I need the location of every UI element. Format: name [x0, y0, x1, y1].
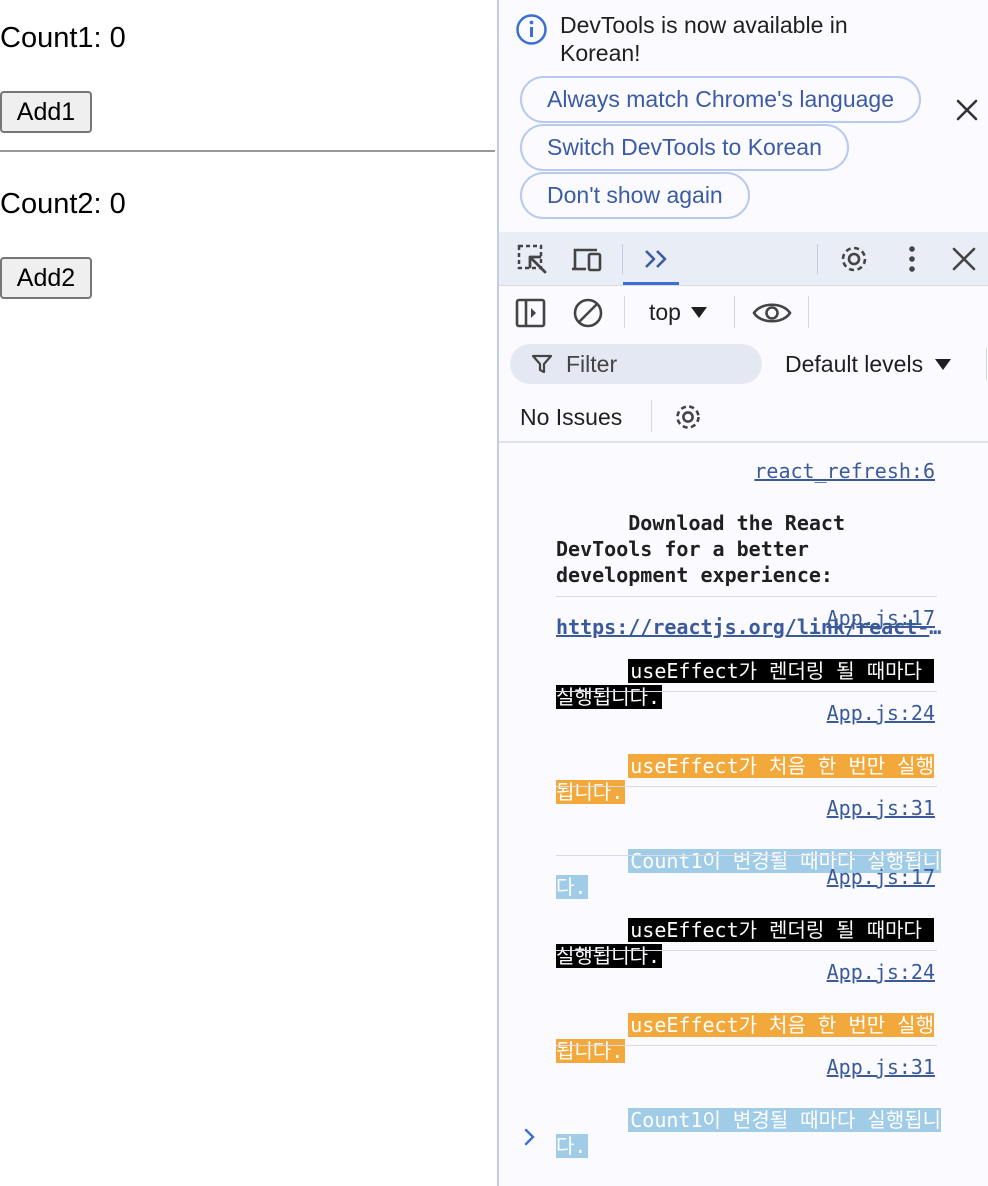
always-match-language-button[interactable]: Always match Chrome's language: [520, 76, 921, 123]
filter-input[interactable]: [566, 350, 746, 378]
log-levels-dropdown[interactable]: Default levels: [785, 351, 952, 378]
toolbar-separator: [624, 296, 625, 328]
devtools-toolbar: [499, 232, 988, 286]
log-source-link[interactable]: App.js:17: [827, 606, 935, 630]
log-separator: [556, 691, 937, 692]
log-separator: [556, 855, 937, 856]
dont-show-again-button[interactable]: Don't show again: [520, 172, 750, 219]
active-tab-indicator: [623, 282, 679, 285]
close-icon[interactable]: [955, 98, 979, 122]
horizontal-rule: [0, 150, 495, 152]
kebab-menu-icon[interactable]: [895, 242, 929, 276]
log-source-link[interactable]: App.js:24: [827, 960, 935, 984]
filter-row: Default levels: [499, 340, 988, 390]
eye-icon[interactable]: [752, 299, 792, 327]
app-page: Count1: 0 Add1 Count2: 0 Add2: [0, 0, 497, 1186]
devtools-panel: DevTools is now available in Korean! Alw…: [497, 0, 988, 1186]
toolbar-separator: [817, 244, 818, 274]
info-icon: [516, 14, 547, 45]
log-levels-label: Default levels: [785, 351, 924, 377]
close-icon[interactable]: [947, 242, 981, 276]
log-separator: [556, 596, 937, 597]
console-toolbar: top: [499, 286, 988, 340]
clear-console-icon[interactable]: [571, 296, 605, 330]
log-separator: [556, 786, 937, 787]
log-source-link[interactable]: App.js:24: [827, 701, 935, 725]
add2-button[interactable]: Add2: [0, 257, 92, 299]
toolbar-separator: [622, 244, 623, 274]
caret-down-icon: [690, 307, 707, 318]
inspect-element-icon[interactable]: [515, 242, 549, 276]
console-log: react_refresh:6 Download the React DevTo…: [499, 443, 988, 1186]
add1-button[interactable]: Add1: [0, 91, 92, 133]
caret-down-icon: [935, 359, 952, 370]
settings-icon[interactable]: [837, 242, 871, 276]
log-source-link[interactable]: react_refresh:6: [754, 459, 935, 483]
filter-icon: [531, 354, 553, 374]
more-tabs-icon[interactable]: [640, 242, 674, 276]
log-separator: [556, 950, 937, 951]
switch-to-korean-button[interactable]: Switch DevTools to Korean: [520, 124, 849, 171]
toolbar-separator: [808, 296, 809, 328]
log-source-link[interactable]: App.js:17: [827, 865, 935, 889]
log-source-link[interactable]: App.js:31: [827, 1055, 935, 1079]
count2-text: Count2: 0: [0, 188, 126, 220]
log-message-text: Count1이 변경될 때마다 실행됩니다.: [556, 1108, 942, 1158]
log-message: Count1이 변경될 때마다 실행됩니다.: [556, 1081, 948, 1185]
console-prompt-chevron-icon[interactable]: [521, 1125, 539, 1149]
log-message-text: Download the React DevTools for a better…: [556, 511, 858, 587]
issues-count[interactable]: No Issues: [520, 404, 622, 431]
infobar-message: DevTools is now available in Korean!: [560, 12, 848, 66]
language-infobar: DevTools is now available in Korean! Alw…: [499, 0, 988, 232]
filter-box[interactable]: [510, 344, 762, 384]
log-source-link[interactable]: App.js:31: [827, 796, 935, 820]
issues-row: No Issues: [499, 390, 988, 443]
count1-text: Count1: 0: [0, 22, 126, 54]
context-selector[interactable]: top: [649, 299, 707, 326]
toolbar-separator: [734, 296, 735, 328]
sidebar-toggle-icon[interactable]: [515, 298, 547, 328]
device-toolbar-icon[interactable]: [570, 242, 604, 276]
log-separator: [556, 1045, 937, 1046]
settings-icon[interactable]: [672, 401, 704, 433]
toolbar-separator: [986, 348, 987, 380]
toolbar-separator: [651, 400, 652, 432]
context-label: top: [649, 299, 681, 325]
